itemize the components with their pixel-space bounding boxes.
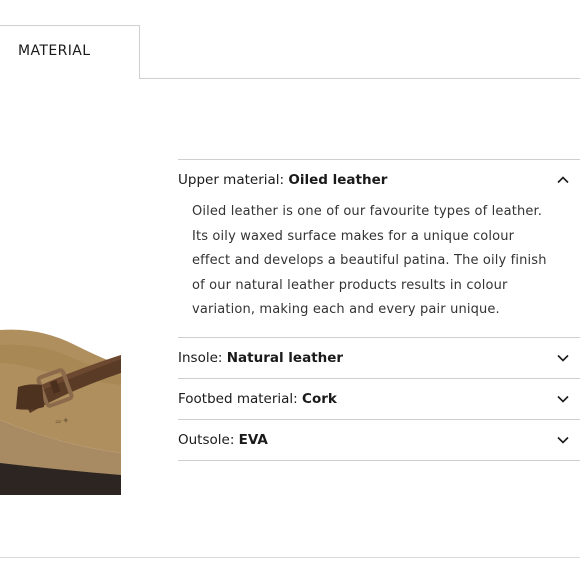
tab-bar: MATERIAL bbox=[0, 25, 580, 79]
accordion-value: Natural leather bbox=[226, 349, 344, 366]
product-details-page: MATERIAL ≈✦ Upper material: Oiled leathe… bbox=[0, 0, 580, 580]
material-accordion: Upper material: Oiled leather Oiled leat… bbox=[178, 159, 580, 461]
tab-material-label: MATERIAL bbox=[18, 43, 91, 59]
accordion-item-footbed-material: Footbed material: Cork bbox=[178, 377, 580, 419]
tab-material[interactable]: MATERIAL bbox=[0, 25, 140, 79]
tab-bar-divider bbox=[140, 78, 580, 79]
accordion-header-outsole[interactable]: Outsole: EVA bbox=[178, 420, 580, 460]
chevron-down-icon[interactable] bbox=[556, 392, 570, 406]
accordion-item-outsole: Outsole: EVA bbox=[178, 418, 580, 461]
svg-text:≈✦: ≈✦ bbox=[54, 416, 71, 428]
accordion-value: Oiled leather bbox=[288, 172, 388, 188]
accordion-header-footbed-material[interactable]: Footbed material: Cork bbox=[178, 379, 580, 419]
chevron-up-icon[interactable] bbox=[556, 173, 570, 187]
section-divider bbox=[0, 557, 580, 558]
accordion-item-insole: Insole: Natural leather bbox=[178, 336, 580, 378]
accordion-label: Outsole: bbox=[178, 431, 235, 448]
chevron-down-icon[interactable] bbox=[556, 351, 570, 365]
accordion-label: Upper material: bbox=[178, 172, 285, 188]
product-image: ≈✦ bbox=[0, 325, 121, 495]
accordion-item-upper-material: Upper material: Oiled leather Oiled leat… bbox=[178, 159, 580, 337]
accordion-description: Oiled leather is one of our favourite ty… bbox=[192, 204, 547, 317]
accordion-label: Insole: bbox=[178, 349, 223, 366]
accordion-value: EVA bbox=[238, 431, 268, 448]
accordion-title: Outsole: EVA bbox=[178, 432, 268, 448]
chevron-down-icon[interactable] bbox=[556, 433, 570, 447]
accordion-header-upper-material[interactable]: Upper material: Oiled leather bbox=[178, 160, 580, 200]
accordion-title: Upper material: Oiled leather bbox=[178, 172, 387, 188]
accordion-title: Insole: Natural leather bbox=[178, 350, 343, 366]
accordion-label: Footbed material: bbox=[178, 390, 298, 407]
accordion-title: Footbed material: Cork bbox=[178, 391, 337, 407]
accordion-header-insole[interactable]: Insole: Natural leather bbox=[178, 338, 580, 378]
accordion-value: Cork bbox=[302, 390, 337, 407]
